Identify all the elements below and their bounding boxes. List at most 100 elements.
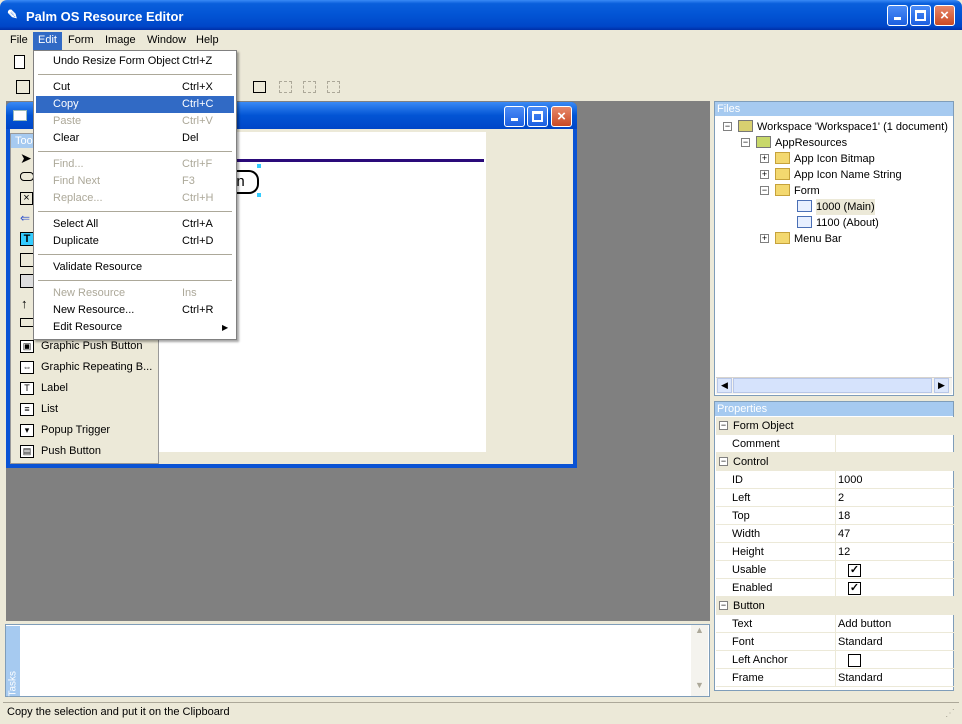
menu-help[interactable]: Help — [191, 32, 224, 50]
property-value[interactable]: Add button — [838, 615, 891, 633]
tree-node[interactable]: 1100 (About) — [779, 215, 947, 231]
child-minimize-button[interactable] — [504, 106, 525, 127]
scrollbar-tool-icon[interactable]: ↑ — [21, 296, 28, 311]
checkbox-tool-icon[interactable]: × — [20, 192, 33, 205]
property-row[interactable]: Enabled ✓ — [716, 579, 954, 597]
pointer-tool-icon[interactable]: ➤ — [20, 150, 32, 167]
property-value[interactable]: Standard — [838, 633, 883, 651]
tool-graphic-repeating-b[interactable]: ⇔ Graphic Repeating B... — [11, 357, 158, 378]
property-row[interactable]: Frame Standard — [716, 669, 954, 687]
tree-node[interactable]: + Menu Bar — [760, 231, 947, 247]
menu-item-new-resource[interactable]: New Resource... Ctrl+R — [36, 302, 234, 319]
repeating-button-tool-icon[interactable] — [20, 318, 34, 327]
property-value[interactable]: 47 — [838, 525, 850, 543]
tree-node[interactable]: 1000 (Main) — [779, 199, 947, 215]
tree-node[interactable]: + App Icon Name String — [760, 167, 947, 183]
child-maximize-button[interactable] — [527, 106, 548, 127]
menu-edit[interactable]: Edit — [33, 32, 62, 50]
property-checkbox[interactable] — [848, 654, 861, 667]
property-checkbox[interactable]: ✓ — [848, 564, 861, 577]
files-horizontal-scrollbar[interactable]: ◀ ▶ — [716, 377, 952, 394]
resize-handle[interactable] — [257, 193, 261, 197]
property-row[interactable]: Font Standard — [716, 633, 954, 651]
menu-item-validate-resource[interactable]: Validate Resource — [36, 259, 234, 276]
menu-item-find-next[interactable]: Find Next F3 — [36, 173, 234, 190]
property-row[interactable]: Height 12 — [716, 543, 954, 561]
tasks-panel-tab[interactable]: Tasks — [6, 626, 20, 697]
property-row[interactable]: Top 18 — [716, 507, 954, 525]
tree-node[interactable]: − Form — [760, 183, 947, 199]
menu-image[interactable]: Image — [100, 32, 141, 50]
button-tool-icon[interactable] — [20, 172, 34, 181]
field-tool-icon[interactable]: ⇐ — [20, 212, 34, 224]
menu-item-undo-resize-form-object[interactable]: Undo Resize Form Object Ctrl+Z — [36, 53, 234, 70]
child-close-button[interactable]: × — [551, 106, 572, 127]
collapse-icon[interactable]: − — [719, 457, 728, 466]
menu-item-cut[interactable]: Cut Ctrl+X — [36, 79, 234, 96]
tree-expander-icon[interactable]: + — [760, 234, 769, 243]
collapse-icon[interactable]: − — [719, 421, 728, 430]
menu-item-clear[interactable]: Clear Del — [36, 130, 234, 147]
property-row[interactable]: ID 1000 — [716, 471, 954, 489]
property-row[interactable]: Left 2 — [716, 489, 954, 507]
tasks-vertical-scrollbar[interactable]: ▲ ▼ — [691, 625, 708, 696]
menu-item-paste[interactable]: Paste Ctrl+V — [36, 113, 234, 130]
graffiti-tool-icon[interactable] — [20, 274, 34, 288]
property-group[interactable]: − Button — [716, 597, 954, 615]
menu-item-new-resource[interactable]: New Resource Ins — [36, 285, 234, 302]
tree-expander-icon[interactable]: + — [760, 154, 769, 163]
tree-expander-icon[interactable]: + — [760, 170, 769, 179]
app-title-bar[interactable]: ✎ Palm OS Resource Editor × — [0, 0, 962, 30]
property-row[interactable]: Usable ✓ — [716, 561, 954, 579]
resize-grip-icon[interactable]: ⋰ — [945, 705, 957, 719]
menu-window[interactable]: Window — [142, 32, 191, 50]
tree-node[interactable]: + App Icon Bitmap — [760, 151, 947, 167]
property-value[interactable]: Standard — [838, 669, 883, 687]
property-value[interactable]: 18 — [838, 507, 850, 525]
menu-item-find[interactable]: Find... Ctrl+F — [36, 156, 234, 173]
tree-expander-icon[interactable]: − — [760, 186, 769, 195]
align-center-button[interactable] — [249, 77, 269, 97]
tool-label[interactable]: T Label — [11, 378, 158, 399]
property-value[interactable]: 2 — [838, 489, 844, 507]
resize-handle[interactable] — [257, 164, 261, 168]
collapse-icon[interactable]: − — [719, 601, 728, 610]
tree-expander-icon[interactable]: − — [723, 122, 732, 131]
center-in-form-button[interactable] — [323, 77, 343, 97]
bitmap-tool-icon[interactable] — [20, 253, 34, 267]
distribute-horizontal-button[interactable] — [299, 77, 319, 97]
tree-expander-icon[interactable]: − — [741, 138, 750, 147]
maximize-button[interactable] — [910, 5, 931, 26]
menu-item-replace[interactable]: Replace... Ctrl+H — [36, 190, 234, 207]
scroll-down-arrow[interactable]: ▼ — [691, 680, 708, 696]
menu-file[interactable]: File — [5, 32, 33, 50]
scroll-thumb[interactable] — [733, 378, 932, 393]
property-value[interactable]: 1000 — [838, 471, 862, 489]
gadget-tool-icon[interactable]: T — [20, 232, 34, 246]
minimize-button[interactable] — [887, 5, 908, 26]
property-group[interactable]: − Control — [716, 453, 954, 471]
menu-form[interactable]: Form — [63, 32, 99, 50]
menu-item-select-all[interactable]: Select All Ctrl+A — [36, 216, 234, 233]
new-document-button[interactable] — [9, 52, 29, 72]
property-value[interactable]: 12 — [838, 543, 850, 561]
distribute-vertical-button[interactable] — [275, 77, 295, 97]
scroll-right-arrow[interactable]: ▶ — [934, 378, 949, 393]
menu-item-copy[interactable]: Copy Ctrl+C — [36, 96, 234, 113]
tool-popup-trigger[interactable]: ▾ Popup Trigger — [11, 420, 158, 441]
property-checkbox[interactable]: ✓ — [848, 582, 861, 595]
property-row[interactable]: Left Anchor — [716, 651, 954, 669]
property-row[interactable]: Text Add button — [716, 615, 954, 633]
property-row[interactable]: Comment — [716, 435, 954, 453]
tool-push-button[interactable]: ▤ Push Button — [11, 441, 158, 462]
property-row[interactable]: Width 47 — [716, 525, 954, 543]
menu-item-duplicate[interactable]: Duplicate Ctrl+D — [36, 233, 234, 250]
tree-node[interactable]: − AppResources — [741, 135, 947, 151]
close-button[interactable]: × — [934, 5, 955, 26]
scroll-left-arrow[interactable]: ◀ — [717, 378, 732, 393]
property-group[interactable]: − Form Object — [716, 417, 954, 435]
scroll-up-arrow[interactable]: ▲ — [691, 625, 708, 641]
menu-item-edit-resource[interactable]: Edit Resource ▶ — [36, 319, 234, 336]
tool-list[interactable]: ≡ List — [11, 399, 158, 420]
tree-node[interactable]: − Workspace 'Workspace1' (1 document) — [723, 119, 948, 135]
